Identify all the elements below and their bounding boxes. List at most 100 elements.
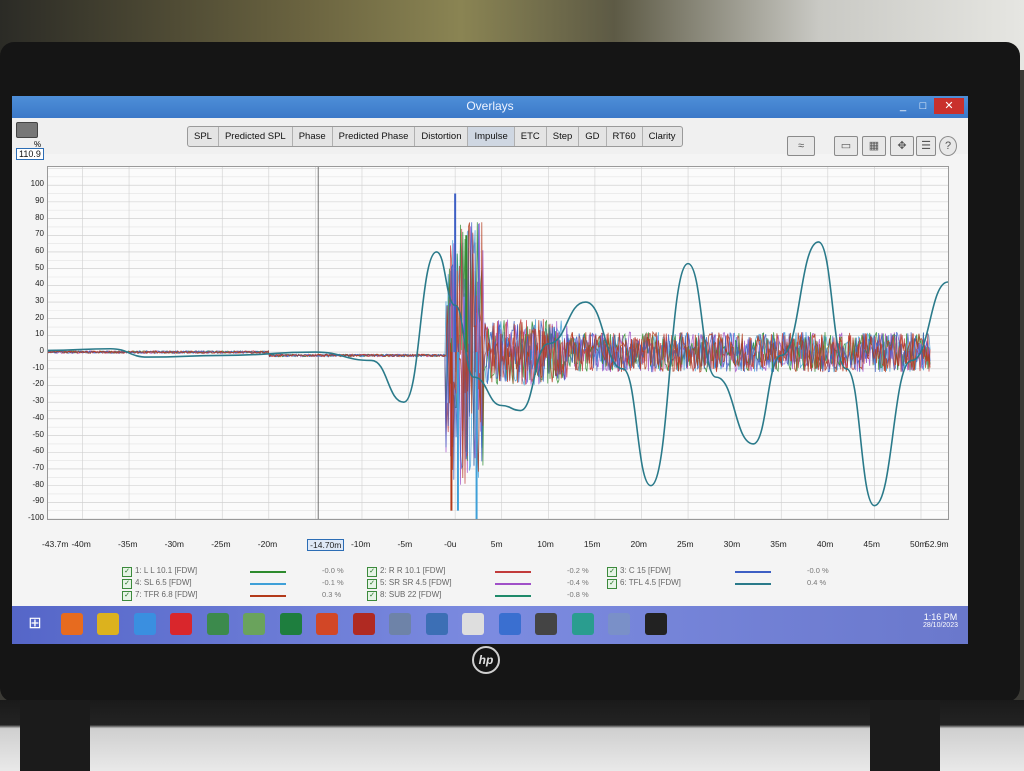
terminal-icon[interactable] — [644, 613, 667, 635]
app-icon[interactable] — [316, 613, 338, 635]
tab-phase[interactable]: Phase — [293, 127, 333, 146]
legend-item[interactable]: ✓ 1: L L 10.1 [FDW] — [122, 566, 197, 577]
legend-offset: 0.3 % — [322, 590, 342, 599]
maximize-button[interactable]: □ — [912, 98, 934, 114]
x-tick-label: -25m — [211, 539, 231, 549]
y-tick-label: 30 — [35, 296, 44, 306]
tab-predicted-spl[interactable]: Predicted SPL — [219, 127, 293, 146]
y-tick-label: -50 — [32, 429, 44, 439]
legend-label: 3: C 15 [FDW] — [620, 566, 671, 575]
camera-icon[interactable] — [16, 122, 38, 138]
y-max-value[interactable]: 110.9 — [16, 148, 44, 160]
y-tick-label: -80 — [32, 479, 44, 489]
window-title: Overlays — [466, 99, 514, 113]
tab-clarity[interactable]: Clarity — [643, 127, 682, 146]
y-tick-label: 40 — [35, 279, 44, 289]
x-tick-label: 40m — [816, 539, 834, 549]
close-button[interactable]: ✕ — [934, 98, 964, 114]
y-tick-label: 90 — [35, 195, 44, 205]
overlay-chart-icon[interactable]: ≈ — [787, 136, 815, 156]
x-cursor-value[interactable]: -14.70m — [307, 539, 345, 551]
ie-icon[interactable] — [133, 613, 156, 635]
y-tick-label: 20 — [35, 312, 44, 322]
hinge-right — [870, 700, 940, 771]
legend-item[interactable]: ✓ 7: TFR 6.8 [FDW] — [122, 590, 198, 601]
tab-predicted-phase[interactable]: Predicted Phase — [333, 127, 416, 146]
y-tick-label: 10 — [35, 329, 44, 339]
legend-swatch — [735, 571, 771, 573]
explorer-icon[interactable] — [462, 613, 484, 635]
y-tick-label: 80 — [35, 212, 44, 222]
tab-spl[interactable]: SPL — [188, 127, 219, 146]
checkbox-icon[interactable]: ✓ — [367, 567, 377, 577]
tab-rt60[interactable]: RT60 — [607, 127, 643, 146]
legend-item[interactable]: ✓ 5: SR SR 4.5 [FDW] — [367, 578, 452, 589]
legend-swatch — [250, 583, 286, 585]
window-titlebar: Overlays _ □ ✕ — [12, 96, 968, 118]
opera-icon[interactable] — [170, 613, 192, 635]
checkbox-icon[interactable]: ✓ — [122, 567, 132, 577]
minimize-button[interactable]: _ — [892, 98, 914, 114]
tab-distortion[interactable]: Distortion — [415, 127, 469, 146]
x-tick-label: -40m — [71, 539, 91, 549]
legend-label: 7: TFR 6.8 [FDW] — [135, 590, 198, 599]
checkbox-icon[interactable]: ✓ — [607, 579, 617, 589]
media-icon[interactable] — [535, 613, 557, 635]
y-tick-label: 100 — [30, 179, 44, 189]
tab-etc[interactable]: ETC — [515, 127, 547, 146]
y-tick-label: -60 — [32, 446, 44, 456]
legend-swatch — [250, 595, 286, 597]
clock-time: 1:16 PM — [923, 612, 958, 622]
tab-impulse[interactable]: Impulse — [468, 127, 515, 146]
legend-item[interactable]: ✓ 4: SL 6.5 [FDW] — [122, 578, 192, 589]
file-icon[interactable] — [389, 613, 411, 635]
x-tick-label: -20m — [257, 539, 278, 549]
checkbox-icon[interactable]: ✓ — [122, 579, 132, 589]
checkbox-icon[interactable]: ✓ — [122, 591, 132, 601]
arrows-icon[interactable]: ✥ — [890, 136, 914, 156]
checkbox-icon[interactable]: ✓ — [607, 567, 617, 577]
tab-gd[interactable]: GD — [579, 127, 607, 146]
y-tick-label: -70 — [32, 462, 44, 472]
legend-offset: -0.0 % — [322, 566, 344, 575]
tab-step[interactable]: Step — [547, 127, 580, 146]
rew-icon[interactable] — [498, 613, 521, 635]
screen: Overlays _ □ ✕ SPL Predicted SPL Phase Pred… — [12, 96, 968, 644]
clock[interactable]: 1:16 PM 28/10/2023 — [923, 612, 958, 629]
legend-swatch — [495, 571, 531, 573]
grid-icon[interactable]: ▦ — [862, 136, 886, 156]
checkbox-icon[interactable]: ✓ — [367, 579, 377, 589]
excel-icon[interactable] — [279, 613, 302, 635]
legend-label: 1: L L 10.1 [FDW] — [135, 566, 198, 575]
toolbar: SPL Predicted SPL Phase Predicted Phase Dist… — [12, 118, 968, 156]
y-tick-label: -90 — [32, 496, 44, 506]
impulse-plot[interactable] — [47, 166, 949, 520]
checkbox-icon[interactable]: ✓ — [367, 591, 377, 601]
rotate-icon[interactable] — [571, 613, 594, 635]
y-tick-label: -20 — [32, 379, 44, 389]
legend-offset: 0.4 % — [807, 578, 827, 587]
legend-item[interactable]: ✓ 6: TFL 4.5 [FDW] — [607, 578, 681, 589]
legend-offset: -0.1 % — [322, 578, 344, 587]
notepad-icon[interactable] — [243, 613, 265, 635]
x-tick-label: 45m — [863, 539, 880, 549]
taskbar: ⊞ 1:16 PM 28/10/2023 — [12, 606, 968, 644]
firefox-icon[interactable] — [60, 613, 83, 635]
pdf-icon[interactable] — [352, 613, 375, 635]
legend-item[interactable]: ✓ 8: SUB 22 [FDW] — [367, 590, 441, 601]
legend-offset: -0.0 % — [807, 566, 829, 575]
x-tick-label: 10m — [537, 539, 554, 549]
windows-start-icon[interactable]: ⊞ — [24, 613, 46, 635]
publisher-icon[interactable] — [206, 613, 229, 635]
y-tick-label: 70 — [35, 229, 44, 239]
settings-icon[interactable] — [425, 613, 448, 635]
controls-icon[interactable]: ☰ — [916, 136, 936, 156]
chrome-icon[interactable] — [97, 613, 119, 635]
explorer2-icon[interactable] — [608, 613, 630, 635]
x-tick-label: -5m — [397, 539, 413, 549]
monitor-icon[interactable]: ▭ — [834, 136, 858, 156]
legend-item[interactable]: ✓ 2: R R 10.1 [FDW] — [367, 566, 445, 577]
legend-item[interactable]: ✓ 3: C 15 [FDW] — [607, 566, 671, 577]
help-icon[interactable]: ? — [939, 136, 957, 156]
x-tick-label: 5m — [490, 539, 503, 549]
